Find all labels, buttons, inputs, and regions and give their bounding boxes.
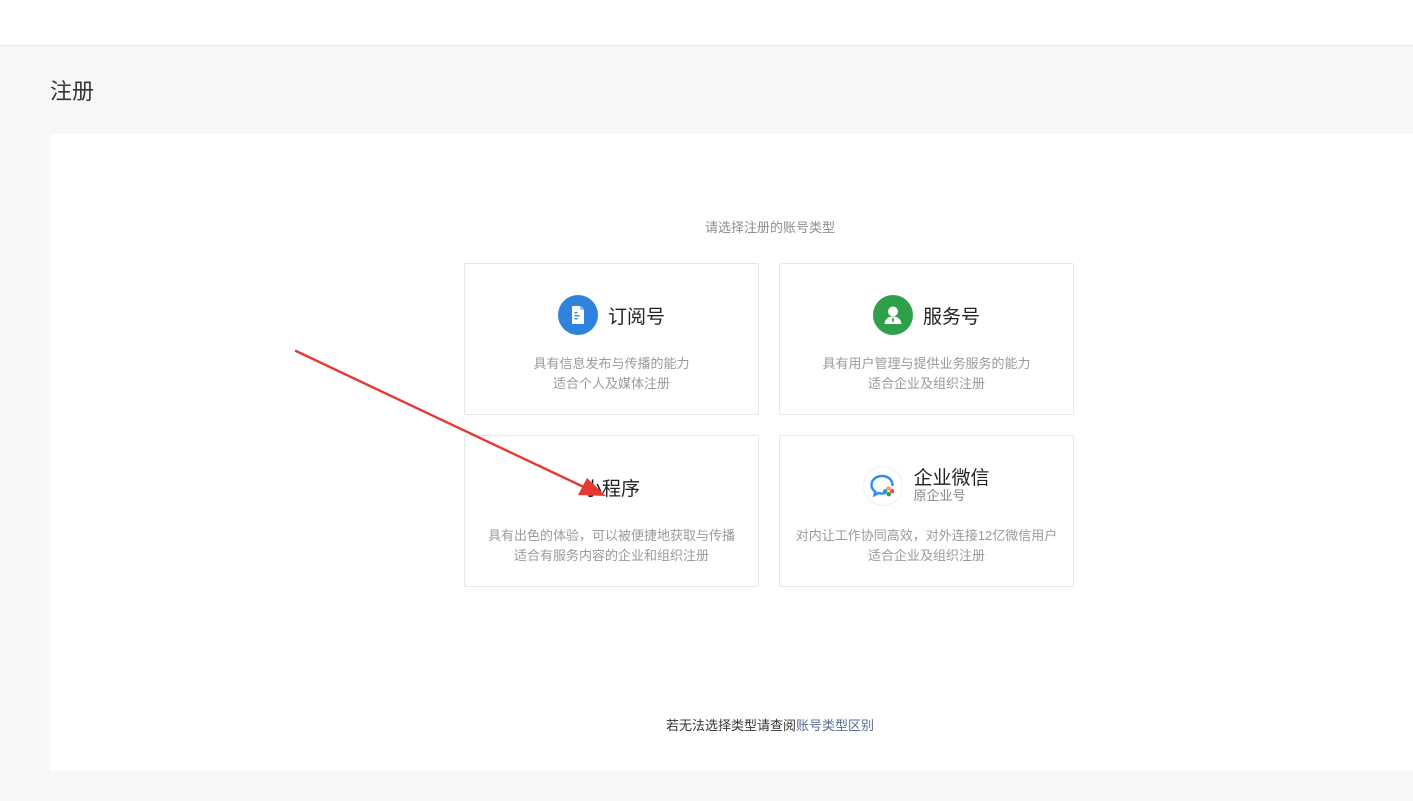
card-title: 服务号: [922, 306, 980, 328]
card-description: 对内让工作协同高效，对外连接12亿微信用户 适合企业及组织注册: [795, 528, 1058, 563]
page-title: 注册: [50, 79, 95, 104]
card-title: 订阅号: [607, 306, 665, 328]
footer-note: 若无法选择类型请查阅账号类型区别: [50, 715, 1413, 734]
footer-text: 若无法选择类型请查阅: [665, 718, 796, 733]
card-subtitle: 原企业号: [913, 488, 966, 504]
mini-program-card[interactable]: 小程序 具有出色的体验，可以被便捷地获取与传播 适合有服务内容的企业和组织注册: [464, 435, 759, 587]
wecom-card[interactable]: 企业微信 原企业号 对内让工作协同高效，对外连接12亿微信用户 适合企业及组织注…: [779, 435, 1074, 587]
chat-bubble-icon: [863, 466, 904, 506]
account-type-prompt: 请选择注册的账号类型: [704, 220, 835, 235]
card-description: 具有信息发布与传播的能力 适合个人及媒体注册: [533, 356, 690, 391]
subscription-account-card[interactable]: 订阅号 具有信息发布与传播的能力 适合个人及媒体注册: [464, 263, 759, 415]
top-bar: [0, 0, 1413, 46]
register-panel: 请选择注册的账号类型 订阅号 具有信息发布与传播的能力 适合个人及媒体注册 服务…: [50, 134, 1413, 771]
document-icon: [557, 295, 598, 335]
card-description: 具有用户管理与提供业务服务的能力 适合企业及组织注册: [822, 356, 1031, 391]
service-account-card[interactable]: 服务号 具有用户管理与提供业务服务的能力 适合企业及组织注册: [779, 263, 1074, 415]
card-title: 小程序: [582, 478, 640, 500]
card-title: 企业微信: [913, 467, 990, 489]
card-description: 具有出色的体验，可以被便捷地获取与传播 适合有服务内容的企业和组织注册: [487, 528, 735, 563]
user-icon: [872, 295, 913, 335]
account-type-difference-link[interactable]: 账号类型区别: [796, 718, 874, 733]
